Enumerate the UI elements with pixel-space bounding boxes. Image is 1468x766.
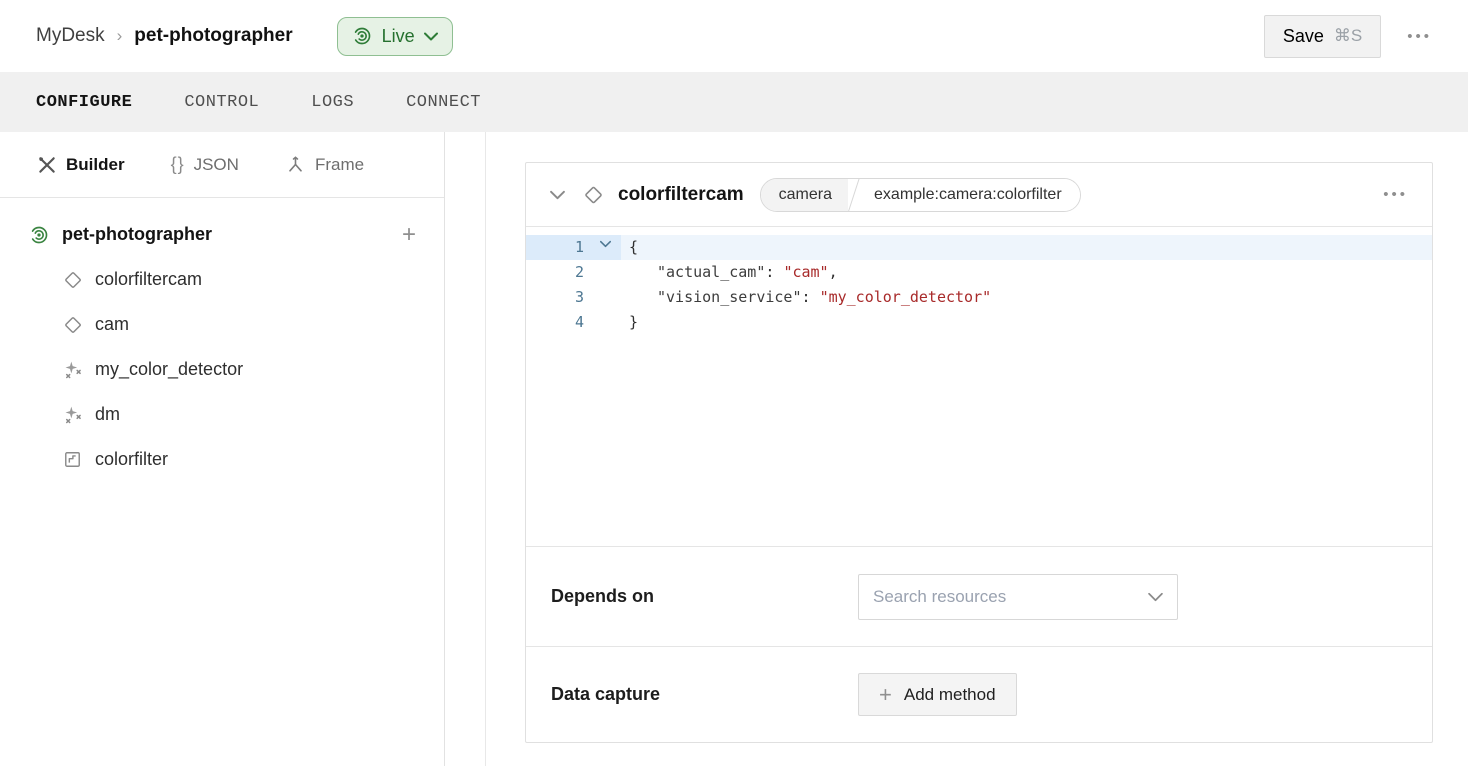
resource-card-header: colorfiltercam camera example:camera:col… — [526, 163, 1432, 227]
depends-on-section: Depends on Search resources — [526, 546, 1432, 646]
tree-item-colorfilter[interactable]: colorfilter — [0, 437, 444, 482]
tree-item-label: my_color_detector — [95, 359, 243, 380]
tree-item-label: colorfilter — [95, 449, 168, 470]
tab-connect[interactable]: CONNECT — [406, 93, 481, 112]
save-button[interactable]: Save ⌘S — [1264, 15, 1381, 58]
plus-icon: + — [879, 684, 892, 706]
tree-item-my-color-detector[interactable]: my_color_detector — [0, 347, 444, 392]
tree-item-label: dm — [95, 404, 120, 425]
add-method-button[interactable]: + Add method — [858, 673, 1017, 716]
resource-card-colorfiltercam: colorfiltercam camera example:camera:col… — [525, 162, 1433, 743]
add-resource-icon[interactable]: + — [402, 223, 416, 247]
chevron-down-icon — [1148, 592, 1163, 602]
resource-tree: pet-photographer + colorfiltercam cam — [0, 198, 444, 482]
config-main-panel: colorfiltercam camera example:camera:col… — [446, 132, 1468, 766]
machine-name: pet-photographer — [62, 224, 212, 245]
frame-axes-icon — [285, 154, 306, 175]
badge-separator — [848, 179, 862, 211]
top-bar: MyDesk › pet-photographer Live Save ⌘S •… — [0, 0, 1468, 72]
more-menu-icon[interactable]: ••• — [1407, 29, 1432, 44]
main-nav-tabs: CONFIGURE CONTROL LOGS CONNECT — [0, 72, 1468, 132]
component-diamond-icon — [62, 269, 83, 290]
line-number: 1 — [526, 235, 584, 260]
tab-logs[interactable]: LOGS — [311, 93, 354, 112]
depends-on-select[interactable]: Search resources — [858, 574, 1178, 620]
tree-item-cam[interactable]: cam — [0, 302, 444, 347]
code-line[interactable]: 1 { — [526, 235, 1432, 260]
tab-control[interactable]: CONTROL — [184, 93, 259, 112]
code-line[interactable]: 2 "actual_cam": "cam", — [526, 260, 1432, 285]
code-text: "actual_cam": "cam", — [621, 260, 838, 285]
view-tab-builder-label: Builder — [66, 155, 125, 175]
broadcast-icon — [352, 26, 373, 47]
data-capture-section: Data capture + Add method — [526, 646, 1432, 742]
component-diamond-icon — [583, 184, 604, 205]
tree-item-colorfiltercam[interactable]: colorfiltercam — [0, 257, 444, 302]
tree-item-label: cam — [95, 314, 129, 335]
resource-type-label: camera — [761, 179, 848, 211]
config-sidebar: Builder {} JSON Frame — [0, 132, 445, 766]
view-tab-builder[interactable]: Builder — [36, 154, 125, 175]
line-number: 3 — [526, 285, 584, 310]
resource-model-label: example:camera:colorfilter — [862, 179, 1080, 211]
panel-divider — [485, 132, 486, 766]
live-status-dropdown[interactable]: Live — [337, 17, 453, 56]
collapse-chevron-icon[interactable] — [550, 190, 565, 200]
service-sparkle-icon — [62, 359, 83, 380]
chevron-right-icon: › — [117, 26, 123, 46]
resource-type-badge: camera example:camera:colorfilter — [760, 178, 1081, 212]
breadcrumb: MyDesk › pet-photographer — [36, 25, 293, 47]
code-text: { — [621, 235, 1432, 260]
resource-title: colorfiltercam — [618, 184, 744, 206]
tree-item-label: colorfiltercam — [95, 269, 202, 290]
fold-chevron-icon[interactable] — [600, 240, 615, 255]
code-text: "vision_service": "my_color_detector" — [621, 285, 991, 310]
tools-icon — [36, 154, 57, 175]
tree-item-dm[interactable]: dm — [0, 392, 444, 437]
code-line[interactable]: 3 "vision_service": "my_color_detector" — [526, 285, 1432, 310]
code-text: } — [621, 310, 638, 335]
save-shortcut-hint: ⌘S — [1334, 26, 1362, 46]
tree-machine-row[interactable]: pet-photographer + — [0, 212, 444, 257]
tab-configure[interactable]: CONFIGURE — [36, 93, 132, 112]
live-status-label: Live — [382, 26, 415, 47]
save-button-label: Save — [1283, 26, 1324, 47]
braces-icon: {} — [171, 154, 185, 175]
view-tab-json-label: JSON — [194, 155, 239, 175]
attributes-json-editor[interactable]: 1 { 2 "actual_cam": "cam", 3 "vision_ser… — [526, 227, 1432, 546]
chevron-down-icon — [424, 32, 438, 41]
view-tab-frame-label: Frame — [315, 155, 364, 175]
view-tab-json[interactable]: {} JSON — [171, 154, 239, 175]
breadcrumb-machine-name: pet-photographer — [134, 25, 292, 47]
breadcrumb-location[interactable]: MyDesk — [36, 25, 105, 47]
view-tab-frame[interactable]: Frame — [285, 154, 364, 175]
component-diamond-icon — [62, 314, 83, 335]
line-number: 2 — [526, 260, 584, 285]
line-number: 4 — [526, 310, 584, 335]
module-icon — [62, 449, 83, 470]
config-view-switcher: Builder {} JSON Frame — [0, 132, 444, 198]
card-more-menu-icon[interactable]: ••• — [1383, 187, 1408, 202]
service-sparkle-icon — [62, 404, 83, 425]
add-method-label: Add method — [904, 685, 996, 705]
machine-broadcast-icon — [28, 224, 49, 245]
data-capture-label: Data capture — [551, 684, 858, 705]
depends-on-label: Depends on — [551, 586, 858, 607]
depends-on-placeholder: Search resources — [873, 587, 1148, 607]
code-line[interactable]: 4 } — [526, 310, 1432, 335]
